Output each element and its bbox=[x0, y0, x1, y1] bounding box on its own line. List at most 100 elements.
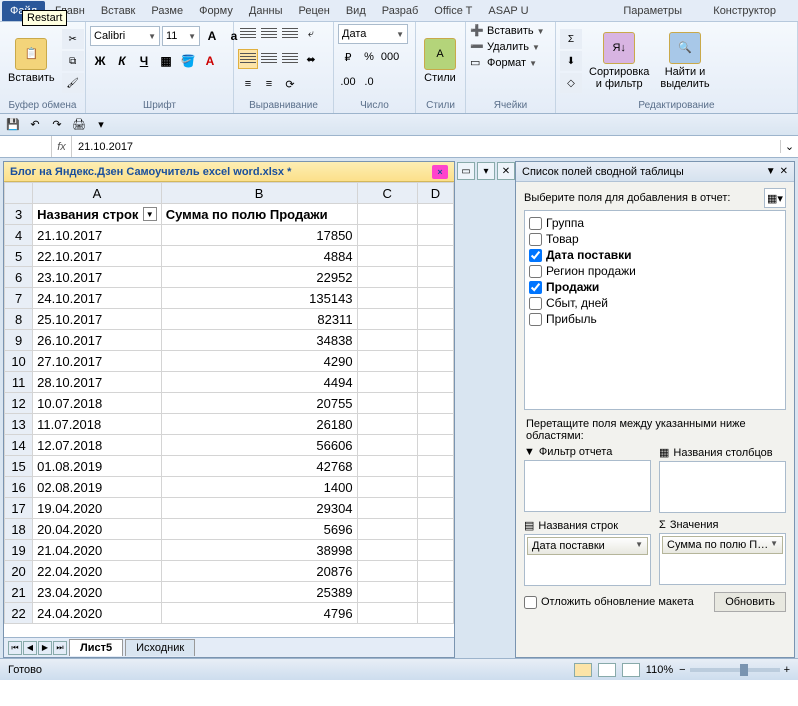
row-header[interactable]: 22 bbox=[5, 603, 33, 624]
cell[interactable]: Сумма по полю Продажи bbox=[161, 204, 357, 225]
first-sheet-button[interactable]: ⏮ bbox=[8, 641, 22, 655]
field-pane-header[interactable]: Список полей сводной таблицы ▼✕ bbox=[516, 162, 794, 182]
delete-cells-button[interactable]: ➖Удалить▼ bbox=[470, 40, 540, 54]
cell[interactable] bbox=[417, 414, 453, 435]
cell[interactable] bbox=[417, 498, 453, 519]
format-painter-button[interactable]: 🖌 bbox=[62, 73, 84, 93]
percent-button[interactable]: % bbox=[359, 47, 379, 67]
align-left-button[interactable] bbox=[238, 49, 258, 69]
cell[interactable]: 11.07.2018 bbox=[33, 414, 162, 435]
cell[interactable] bbox=[417, 603, 453, 624]
col-header-d[interactable]: D bbox=[417, 183, 453, 204]
expand-formula-button[interactable]: ⌄ bbox=[780, 140, 798, 153]
cell[interactable] bbox=[417, 540, 453, 561]
zoom-level[interactable]: 110% bbox=[646, 664, 673, 676]
area-cols-box[interactable] bbox=[659, 461, 786, 513]
cell[interactable] bbox=[357, 519, 417, 540]
cell[interactable] bbox=[357, 414, 417, 435]
cell[interactable]: 82311 bbox=[161, 309, 357, 330]
cell[interactable] bbox=[357, 225, 417, 246]
mdi-button[interactable]: ▾ bbox=[477, 162, 495, 180]
autosum-button[interactable]: Σ bbox=[560, 29, 582, 49]
qat-save-button[interactable]: 💾 bbox=[4, 116, 22, 134]
tab-asap[interactable]: ASAP U bbox=[480, 1, 536, 21]
row-header[interactable]: 4 bbox=[5, 225, 33, 246]
cell[interactable] bbox=[417, 435, 453, 456]
select-all-corner[interactable] bbox=[5, 183, 33, 204]
cell[interactable] bbox=[357, 393, 417, 414]
cell[interactable] bbox=[357, 309, 417, 330]
cell[interactable] bbox=[357, 246, 417, 267]
col-header-a[interactable]: A bbox=[33, 183, 162, 204]
orientation-button[interactable]: ⟳ bbox=[280, 74, 300, 94]
align-middle-button[interactable] bbox=[259, 24, 279, 44]
currency-button[interactable]: ₽ bbox=[338, 47, 358, 67]
zoom-out-button[interactable]: − bbox=[679, 664, 685, 676]
cell[interactable]: 56606 bbox=[161, 435, 357, 456]
comma-button[interactable]: 000 bbox=[380, 47, 400, 67]
cell[interactable] bbox=[357, 477, 417, 498]
area-filter-box[interactable] bbox=[524, 460, 651, 512]
row-header[interactable]: 6 bbox=[5, 267, 33, 288]
cell[interactable] bbox=[417, 246, 453, 267]
cell[interactable] bbox=[417, 519, 453, 540]
font-name-combo[interactable]: Calibri▼ bbox=[90, 26, 160, 46]
cell[interactable] bbox=[417, 204, 453, 225]
area-vals-box[interactable]: Сумма по полю П…▼ bbox=[659, 533, 786, 585]
area-row-item[interactable]: Дата поставки▼ bbox=[527, 537, 648, 555]
tab-review[interactable]: Рецен bbox=[291, 1, 338, 21]
copy-button[interactable]: ⧉ bbox=[62, 51, 84, 71]
col-header-c[interactable]: C bbox=[357, 183, 417, 204]
fill-color-button[interactable]: 🪣 bbox=[178, 51, 198, 71]
row-header[interactable]: 12 bbox=[5, 393, 33, 414]
row-header[interactable]: 17 bbox=[5, 498, 33, 519]
view-normal-button[interactable] bbox=[574, 663, 592, 677]
cell[interactable]: 24.04.2020 bbox=[33, 603, 162, 624]
cell[interactable] bbox=[357, 540, 417, 561]
format-cells-button[interactable]: ▭Формат▼ bbox=[470, 56, 537, 70]
cell[interactable] bbox=[357, 582, 417, 603]
cell[interactable] bbox=[417, 456, 453, 477]
cell[interactable]: 4796 bbox=[161, 603, 357, 624]
field-checkbox[interactable]: Регион продажи bbox=[529, 263, 781, 279]
row-header[interactable]: 20 bbox=[5, 561, 33, 582]
tab-layout[interactable]: Разме bbox=[143, 1, 191, 21]
cell[interactable]: Названия строк▼ bbox=[33, 204, 162, 225]
prev-sheet-button[interactable]: ◀ bbox=[23, 641, 37, 655]
last-sheet-button[interactable]: ⏭ bbox=[53, 641, 67, 655]
italic-button[interactable]: К bbox=[112, 51, 132, 71]
cell[interactable]: 28.10.2017 bbox=[33, 372, 162, 393]
cell[interactable]: 4884 bbox=[161, 246, 357, 267]
cell[interactable]: 23.10.2017 bbox=[33, 267, 162, 288]
cell[interactable] bbox=[417, 372, 453, 393]
font-size-combo[interactable]: 11▼ bbox=[162, 26, 200, 46]
formula-value[interactable]: 21.10.2017 bbox=[72, 141, 780, 153]
cell[interactable] bbox=[357, 603, 417, 624]
mdi-close-button[interactable]: ✕ bbox=[497, 162, 515, 180]
increase-decimal-button[interactable]: .00 bbox=[338, 72, 358, 92]
wrap-text-button[interactable]: ⤶ bbox=[301, 24, 321, 44]
field-checkbox[interactable]: Сбыт, дней bbox=[529, 295, 781, 311]
border-button[interactable]: ▦ bbox=[156, 51, 176, 71]
styles-button[interactable]: A Стили bbox=[420, 36, 460, 86]
spreadsheet-grid[interactable]: A B C D 3 Названия строк▼ Сумма по полю … bbox=[4, 182, 454, 637]
close-pane-button[interactable]: ✕ bbox=[780, 166, 788, 177]
cell[interactable]: 29304 bbox=[161, 498, 357, 519]
col-header-b[interactable]: B bbox=[161, 183, 357, 204]
cut-button[interactable]: ✂ bbox=[62, 29, 84, 49]
cell[interactable] bbox=[357, 561, 417, 582]
cell[interactable] bbox=[357, 351, 417, 372]
close-workbook-button[interactable]: × bbox=[432, 165, 448, 179]
layout-options-button[interactable]: ▦▾ bbox=[764, 188, 786, 208]
tab-data[interactable]: Данны bbox=[241, 1, 291, 21]
fill-button[interactable]: ⬇ bbox=[560, 51, 582, 71]
cell[interactable]: 12.07.2018 bbox=[33, 435, 162, 456]
row-header[interactable]: 10 bbox=[5, 351, 33, 372]
cell[interactable] bbox=[417, 309, 453, 330]
cell[interactable] bbox=[417, 267, 453, 288]
row-header[interactable]: 8 bbox=[5, 309, 33, 330]
cell[interactable]: 27.10.2017 bbox=[33, 351, 162, 372]
cell[interactable]: 23.04.2020 bbox=[33, 582, 162, 603]
tab-design[interactable]: Конструктор bbox=[705, 1, 784, 21]
field-checkbox[interactable]: Товар bbox=[529, 231, 781, 247]
